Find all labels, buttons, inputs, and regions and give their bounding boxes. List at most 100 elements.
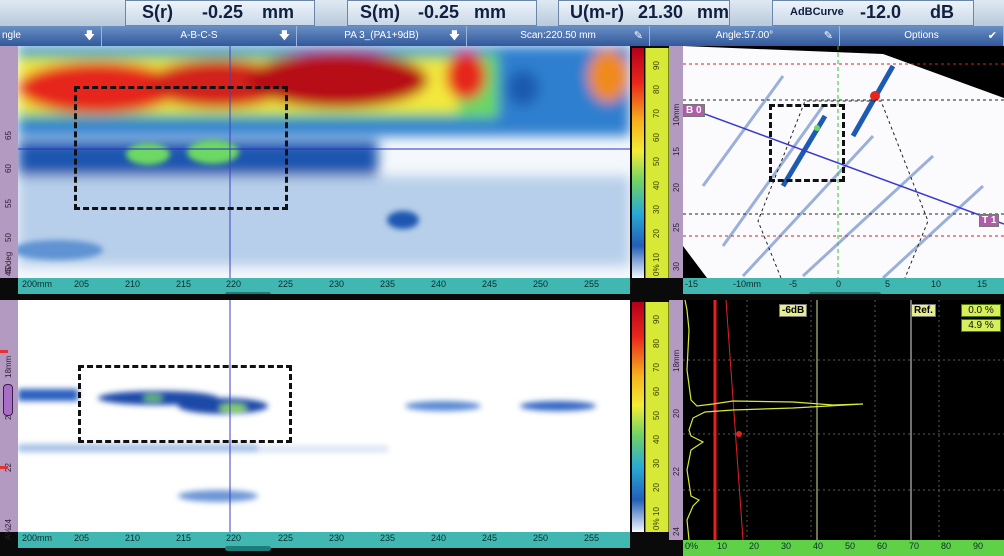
cscan-bottom-xtick: 215 — [176, 533, 192, 543]
adb-unit: dB — [930, 2, 954, 22]
arrow-down-icon: 🡇 — [83, 30, 95, 42]
gauge-tick: 70 — [652, 109, 661, 118]
gauge-tick: 0% — [652, 518, 661, 530]
menu-options-label: Options — [904, 30, 939, 41]
ascan-ytick: 18mm — [672, 349, 681, 372]
sscan-ytick: 30 — [672, 262, 681, 271]
cscan-bottom-x-scale: 200mm 205 210 215 220 225 230 235 240 24… — [18, 532, 630, 551]
cscan-bottom-xtick: 225 — [278, 533, 294, 543]
adb-label: AdBCurve — [790, 6, 844, 18]
menu-options[interactable]: Options ✔ — [840, 26, 1004, 46]
gauge-tick: 20 — [652, 483, 661, 492]
gauge-tick: 40 — [652, 181, 661, 190]
cscan-top-ytick: 60 — [4, 164, 13, 173]
cscan-top-ruler: 40deg 65 60 55 50 45 — [0, 46, 18, 278]
sscan-xtick: 15 — [977, 279, 988, 289]
cscan-top-ytick: 65 — [4, 131, 13, 140]
gauge-tick: 0% — [652, 264, 661, 276]
ascan-xtick: 20 — [749, 541, 760, 551]
ascan-xtick: 90 — [973, 541, 984, 551]
u-m-r-label: U(m-r) — [570, 2, 624, 22]
menu-group[interactable]: PA 3_(PA1+9dB) 🡇 — [297, 26, 467, 46]
gauge-tick: 80 — [652, 85, 661, 94]
scan-cursor-handle[interactable] — [225, 546, 271, 551]
s-m-unit: mm — [474, 2, 507, 22]
sscan-xtick: 0 — [836, 279, 842, 289]
gauge-tick: 70 — [652, 363, 661, 372]
cscan-top-xtick: 255 — [584, 279, 600, 289]
u-m-r-value: 21.30 — [638, 2, 684, 22]
menu-bar: ngle 🡇 A-B-C-S 🡇 PA 3_(PA1+9dB) 🡇 Scan:2… — [0, 26, 1004, 46]
ascan-ytick: 20 — [672, 409, 681, 418]
sscan-image[interactable]: B 0 T 1 — [683, 46, 1004, 278]
cscan-bottom-xtick: 240 — [431, 533, 447, 543]
menu-view-layout-label: A-B-C-S — [180, 30, 218, 41]
color-palette-bottom — [632, 302, 644, 532]
amplitude-pct-a: 0.0 % — [961, 304, 1001, 317]
cscan-bottom-xtick: 230 — [329, 533, 345, 543]
cscan-bottom-image[interactable] — [18, 300, 630, 532]
gauge-tick: 20 — [652, 229, 661, 238]
adb-value: -12.0 — [860, 2, 902, 22]
s-r-unit: mm — [262, 2, 295, 22]
gauge-tick: 60 — [652, 387, 661, 396]
menu-group-label: PA 3_(PA1+9dB) — [344, 30, 419, 41]
color-palette-top — [632, 48, 644, 278]
cscan-top-x-scale: 200mm 205 210 215 220 225 230 235 240 24… — [18, 278, 630, 297]
region-of-interest-box — [769, 104, 845, 182]
menu-view-layout[interactable]: A-B-C-S 🡇 — [102, 26, 297, 46]
gate-gauge-bottom[interactable]: 90 80 70 60 50 40 30 20 10 0% — [645, 302, 669, 532]
pencil-icon: ✎ — [633, 30, 643, 42]
cscan-bottom-ytick: 24 — [4, 519, 13, 528]
s-r-value: -0.25 — [202, 2, 244, 22]
gate-gauge-top[interactable]: 90 80 70 60 50 40 30 20 10 0% — [645, 48, 669, 278]
cscan-bottom-xtick: 235 — [380, 533, 396, 543]
arrow-down-icon: 🡇 — [448, 30, 460, 42]
ascan-ytick: 22 — [672, 467, 681, 476]
menu-scan[interactable]: Scan:220.50 mm ✎ — [467, 26, 650, 46]
sscan-xtick: -10mm — [733, 279, 762, 289]
gauge-tick: 90 — [652, 61, 661, 70]
ascan-image[interactable]: -6dB Ref. 0.0 % 4.9 % — [683, 300, 1004, 540]
cscan-bottom-xtick: 250 — [533, 533, 549, 543]
cursor-tag-t[interactable]: T 1 — [979, 214, 1000, 227]
cscan-bottom-ytick: 18mm — [4, 355, 13, 378]
gauge-tick: 50 — [652, 411, 661, 420]
sscan-ytick: 10mm — [672, 103, 681, 126]
s-m-label: S(m) — [360, 2, 400, 22]
cscan-top-xtick: 210 — [125, 279, 141, 289]
cscan-bottom-xtick: 255 — [584, 533, 600, 543]
gauge-tick: 30 — [652, 459, 661, 468]
menu-angle-value[interactable]: Angle:57.00° ✎ — [650, 26, 840, 46]
ascan-ruler: 18mm 20 22 24 — [669, 300, 683, 540]
sscan-ytick: 20 — [672, 183, 681, 192]
sscan-xtick: -5 — [789, 279, 798, 289]
cursor-tag-b[interactable]: B 0 — [683, 104, 705, 117]
gate-marker — [0, 466, 8, 469]
gauge-tick: 80 — [652, 339, 661, 348]
cscan-bottom-xtick: 205 — [74, 533, 90, 543]
s-m-value: -0.25 — [418, 2, 460, 22]
ascan-x-scale: 0% 10 20 30 40 50 60 70 80 90 — [683, 540, 1004, 556]
cscan-top-image[interactable] — [18, 46, 630, 278]
ascan-xtick: 60 — [877, 541, 888, 551]
sscan-ruler: 10mm 15 20 25 30 — [669, 46, 683, 278]
ascan-xtick: 10 — [717, 541, 728, 551]
arrow-down-icon: 🡇 — [278, 30, 290, 42]
cscan-top-ytick: 50 — [4, 233, 13, 242]
tag-reference: Ref. — [911, 304, 936, 317]
cscan-top-xtick: 245 — [482, 279, 498, 289]
sscan-xtick: 10 — [931, 279, 942, 289]
ascan-xtick: 70 — [909, 541, 920, 551]
region-of-interest-box — [78, 365, 292, 443]
cscan-top-xtick: 230 — [329, 279, 345, 289]
s-r-label: S(r) — [142, 2, 173, 22]
gate-marker — [0, 350, 8, 353]
tag-minus-6db: -6dB — [779, 304, 808, 317]
menu-angle-value-label: Angle:57.00° — [715, 30, 774, 41]
menu-angle[interactable]: ngle 🡇 — [0, 26, 102, 46]
ascan-xtick: 50 — [845, 541, 856, 551]
u-m-r-unit: mm — [697, 2, 730, 22]
gate-handle[interactable] — [3, 384, 13, 416]
gauge-tick: 10 — [652, 507, 661, 516]
